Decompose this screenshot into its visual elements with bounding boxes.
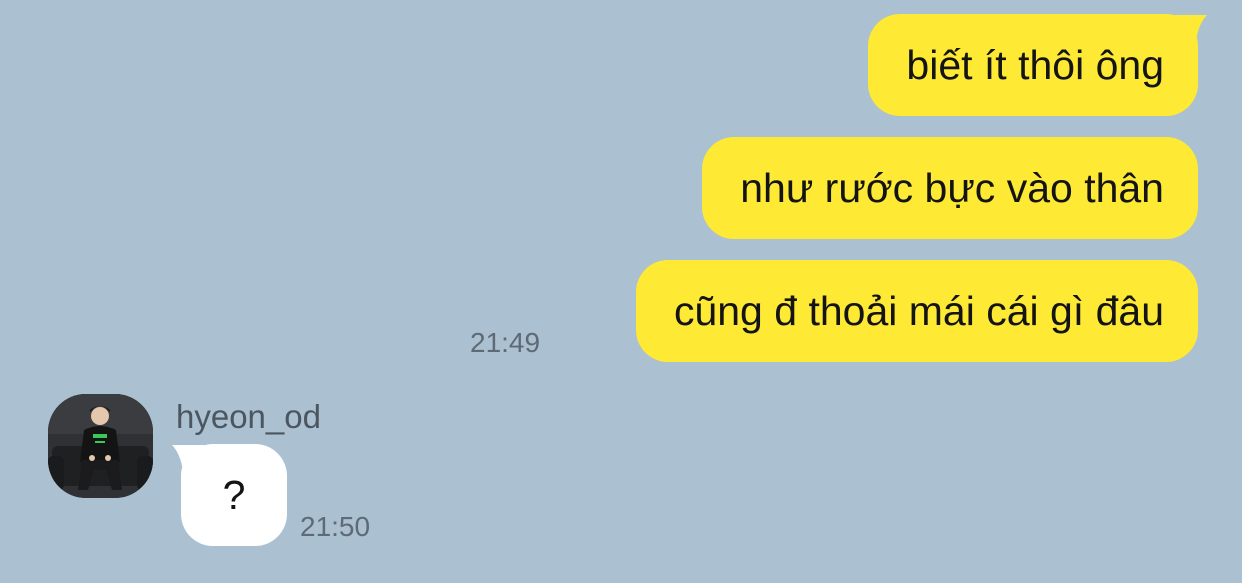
outgoing-timestamp: 21:49 <box>470 327 541 358</box>
outgoing-message-text: như rước bực vào thân <box>740 164 1164 211</box>
incoming-message-bubble[interactable]: ? <box>172 444 287 546</box>
incoming-message-text: ? <box>222 471 246 518</box>
outgoing-message-bubble[interactable]: biết ít thôi ông <box>868 14 1207 116</box>
profile-photo-icon <box>48 394 153 498</box>
outgoing-message-bubble[interactable]: như rước bực vào thân <box>702 137 1198 239</box>
bubble-tail-icon <box>1175 15 1207 49</box>
outgoing-message-bubble[interactable]: cũng đ thoải mái cái gì đâu <box>635 260 1198 362</box>
incoming-timestamp: 21:50 <box>300 511 371 542</box>
outgoing-message-text: biết ít thôi ông <box>906 41 1164 88</box>
chat-area[interactable]: biết ít thôi ông như rước bực vào thân c… <box>0 0 1242 583</box>
sender-name: hyeon_od <box>176 398 321 435</box>
avatar[interactable] <box>48 394 153 498</box>
bubble-tail-icon <box>172 445 204 479</box>
outgoing-message-text: cũng đ thoải mái cái gì đâu <box>673 287 1164 334</box>
